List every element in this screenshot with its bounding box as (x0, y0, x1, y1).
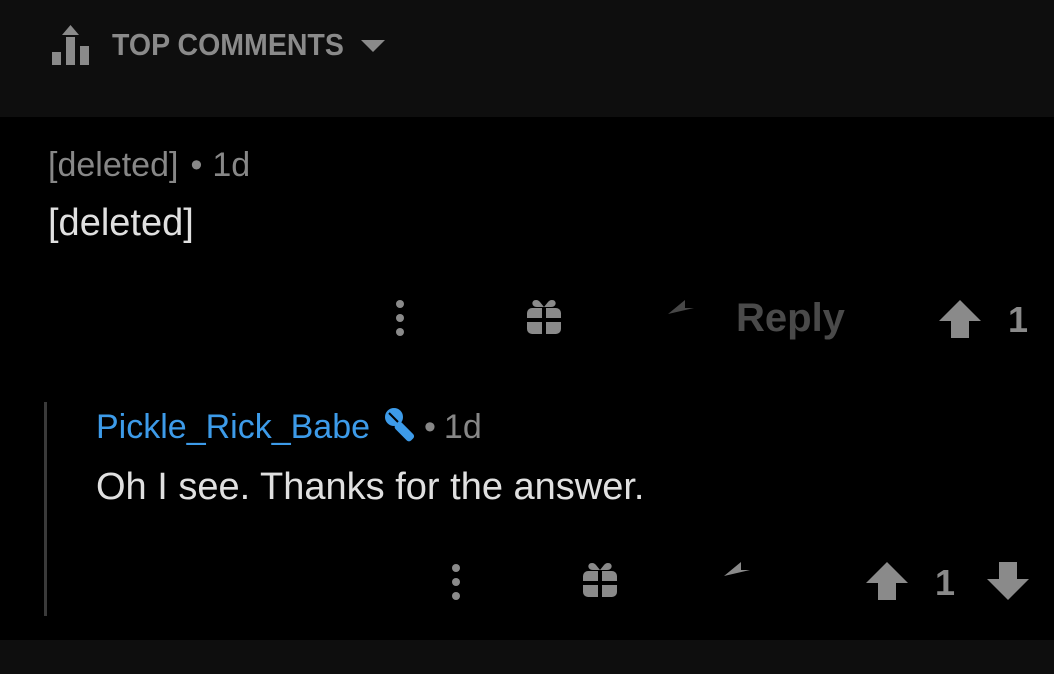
comment-author[interactable]: Pickle_Rick_Babe (96, 408, 370, 447)
comment-meta: [deleted] • 1d (48, 146, 250, 185)
downvote-arrow-icon[interactable] (987, 562, 1029, 600)
sort-bars-icon (52, 25, 89, 65)
score-count: 1 (1008, 299, 1029, 340)
chevron-down-icon (361, 40, 386, 52)
comment-author: [deleted] (48, 146, 179, 184)
sort-label: TOP COMMENTS (112, 27, 344, 62)
sort-dropdown[interactable]: TOP COMMENTS (50, 22, 386, 68)
reply-button[interactable]: Reply (736, 296, 845, 341)
gift-icon[interactable] (525, 298, 563, 336)
upvote-arrow-icon[interactable] (866, 562, 908, 600)
sort-header: TOP COMMENTS (0, 0, 1054, 117)
reply-arrow-icon[interactable] (724, 562, 766, 598)
score-count: 1 (935, 562, 956, 603)
more-vertical-icon[interactable] (388, 298, 412, 338)
thread-line[interactable] (44, 402, 47, 616)
bottom-divider (0, 640, 1054, 674)
comment-meta: • 1d (418, 408, 482, 447)
comment-age: 1d (212, 146, 251, 184)
more-vertical-icon[interactable] (444, 562, 468, 602)
comment-body: Oh I see. Thanks for the answer. (96, 466, 645, 508)
upvote-arrow-icon[interactable] (939, 300, 981, 338)
gift-icon[interactable] (581, 561, 619, 599)
meta-separator: • (190, 146, 203, 184)
meta-separator: • (424, 408, 436, 446)
reply-arrow-icon[interactable] (668, 300, 710, 336)
comment-body: [deleted] (48, 202, 194, 244)
microphone-icon (385, 408, 415, 442)
comment-age: 1d (443, 408, 482, 446)
